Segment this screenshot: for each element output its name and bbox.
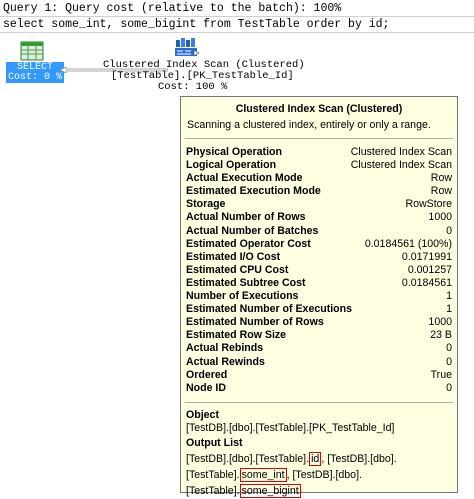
highlighted-column-some-bigint: some_bigint <box>239 483 301 498</box>
tooltip-divider <box>185 401 453 403</box>
property-name: Storage <box>186 198 226 211</box>
property-value: RowStore <box>405 198 452 211</box>
output-text: [TestTable]. <box>186 468 240 481</box>
property-value: 0.0171991 <box>401 250 452 263</box>
select-result-icon <box>20 41 44 61</box>
property-name: Actual Rewinds <box>186 355 265 368</box>
property-value: Row <box>430 185 452 198</box>
property-row: Storage RowStore <box>186 198 452 211</box>
highlighted-column-id: id <box>309 451 322 466</box>
query-statement: select some_int, some_bigint from TestTa… <box>3 18 390 31</box>
select-operator-node[interactable]: SELECT Cost: 0 % <box>6 41 64 83</box>
property-value: Row <box>430 172 452 185</box>
highlighted-column-some-int: some_int <box>239 467 287 482</box>
property-value: 0 <box>446 381 452 394</box>
query-header: Query 1: Query cost (relative to the bat… <box>3 2 342 15</box>
property-value: Clustered Index Scan <box>350 146 452 158</box>
property-value: True <box>430 368 452 381</box>
property-name: Logical Operation <box>186 159 277 172</box>
property-name: Number of Executions <box>186 290 299 303</box>
property-value: 0.0184561 <box>401 276 452 289</box>
property-row: Estimated Operator Cost 0.0184561 (100%) <box>186 238 452 251</box>
output-list-value: [TestDB].[dbo].[TestTable]. id, [TestDB].… <box>181 451 457 499</box>
property-row: Estimated Number of Executions 1 <box>186 303 452 316</box>
property-name: Estimated Execution Mode <box>186 185 321 198</box>
property-name: Estimated Operator Cost <box>186 237 311 250</box>
property-name: Estimated Subtree Cost <box>186 276 306 289</box>
property-name: Estimated Number of Rows <box>186 316 324 329</box>
property-row: Physical Operation Clustered Index Scan <box>186 146 452 159</box>
properties-list: Physical Operation Clustered Index Scan L… <box>186 146 452 395</box>
property-row: Actual Execution Mode Row <box>186 172 452 185</box>
property-name: Ordered <box>186 368 228 381</box>
object-section-title: Object <box>186 408 219 421</box>
property-value: Clustered Index Scan <box>350 159 452 172</box>
operator-tooltip: Clustered Index Scan (Clustered) Scannin… <box>180 96 458 498</box>
property-row: Estimated CPU Cost 0.001257 <box>186 264 452 277</box>
select-operator-label: SELECT Cost: 0 % <box>6 62 64 83</box>
property-row: Actual Number of Batches 0 <box>186 225 452 238</box>
property-row: Actual Rewinds 0 <box>186 356 452 369</box>
property-row: Estimated I/O Cost 0.0171991 <box>186 251 452 264</box>
property-value: 0 <box>446 342 452 355</box>
property-row: Estimated Number of Rows 1000 <box>186 316 452 329</box>
query-divider <box>0 16 474 17</box>
object-section-value: [TestDB].[dbo].[TestTable].[PK_TestTable… <box>186 421 395 434</box>
property-value: 1000 <box>428 316 452 329</box>
property-name: Actual Number of Rows <box>186 211 306 224</box>
property-value: 0.0184561 (100%) <box>364 237 452 250</box>
select-cost-text: Cost: 0 % <box>7 72 62 83</box>
property-value: 0 <box>446 355 452 368</box>
property-row: Actual Number of Rows 1000 <box>186 211 452 224</box>
property-row: Estimated Subtree Cost 0.0184561 <box>186 277 452 290</box>
output-list-title: Output List <box>186 436 243 449</box>
property-name: Actual Number of Batches <box>186 224 319 237</box>
property-value: 1 <box>446 290 452 303</box>
output-text: , [TestDB].[dbo]. <box>321 452 397 465</box>
scan-operator-cost: Cost: 100 % <box>158 81 228 93</box>
tooltip-divider <box>185 138 453 139</box>
property-value: 1 <box>446 303 452 316</box>
property-row: Logical Operation Clustered Index Scan <box>186 159 452 172</box>
tooltip-description: Scanning a clustered index, entirely or … <box>187 119 431 131</box>
property-name: Node ID <box>186 381 227 394</box>
property-name: Estimated I/O Cost <box>186 250 281 263</box>
tooltip-title: Clustered Index Scan (Clustered) <box>235 103 403 115</box>
property-value: 0 <box>446 224 452 237</box>
property-name: Actual Execution Mode <box>186 172 303 185</box>
property-value: 1000 <box>428 211 452 224</box>
property-row: Number of Executions 1 <box>186 290 452 303</box>
property-name: Estimated Row Size <box>186 329 287 342</box>
property-row: Ordered True <box>186 369 452 382</box>
property-name: Actual Rebinds <box>186 342 264 355</box>
property-row: Actual Rebinds 0 <box>186 342 452 355</box>
property-name: Estimated Number of Executions <box>186 303 353 316</box>
property-value: 0.001257 <box>407 263 452 276</box>
property-row: Node ID 0 <box>186 382 452 395</box>
property-value: 23 B <box>430 329 452 342</box>
clustered-index-scan-icon[interactable] <box>174 37 200 59</box>
output-text: [TestDB].[dbo].[TestTable]. <box>186 452 310 465</box>
property-name: Physical Operation <box>186 146 282 158</box>
property-name: Estimated CPU Cost <box>186 263 289 276</box>
query-divider <box>0 32 474 33</box>
property-row: Estimated Execution Mode Row <box>186 185 452 198</box>
property-row: Estimated Row Size 23 B <box>186 329 452 342</box>
